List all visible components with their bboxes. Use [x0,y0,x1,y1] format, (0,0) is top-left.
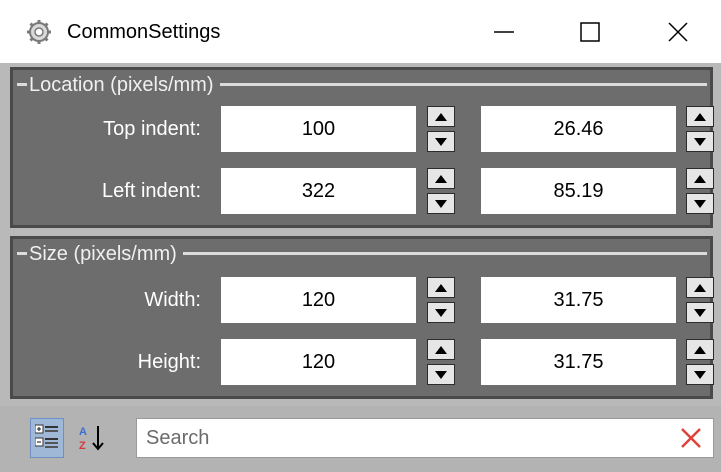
search-input[interactable] [137,419,676,457]
decrement-button[interactable] [427,302,455,323]
increment-button[interactable] [686,106,714,127]
top-indent-pixels-stepper[interactable] [427,106,455,152]
categorized-view-button[interactable] [30,418,64,458]
categorized-view-icon [35,424,58,448]
left-indent-pixels-field[interactable]: 322 [221,168,416,214]
size-group-title: Size (pixels/mm) [27,242,183,266]
title-bar: CommonSettings [0,0,721,63]
clear-search-icon [681,428,701,448]
height-pixels-field[interactable]: 120 [221,339,416,385]
top-indent-label: Top indent: [103,118,201,140]
arrow-up-icon [694,112,706,121]
minimize-button[interactable] [461,0,547,63]
width-mm-field[interactable]: 31.75 [481,277,676,323]
width-pixels-field[interactable]: 120 [221,277,416,323]
arrow-up-icon [694,283,706,292]
arrow-up-icon [694,345,706,354]
arrow-down-icon [435,308,447,317]
close-icon [668,21,688,42]
arrow-down-icon [435,199,447,208]
alphabetical-sort-button[interactable]: A Z [76,418,110,458]
increment-button[interactable] [427,339,455,360]
window-title: CommonSettings [67,21,221,43]
top-indent-mm-stepper[interactable] [686,106,714,152]
height-label: Height: [137,351,201,373]
maximize-icon [580,21,600,42]
decrement-button[interactable] [427,364,455,385]
decrement-button[interactable] [686,131,714,152]
increment-button[interactable] [686,168,714,189]
height-pixels-stepper[interactable] [427,339,455,385]
arrow-up-icon [694,174,706,183]
decrement-button[interactable] [686,364,714,385]
arrow-down-icon [435,370,447,379]
sort-az-icon: A Z [79,426,104,452]
location-group-title: Location (pixels/mm) [27,73,220,97]
width-label: Width: [144,289,201,311]
location-group: Location (pixels/mm) Top indent: 100 26.… [10,67,714,228]
width-mm-stepper[interactable] [686,277,714,323]
arrow-up-icon [435,112,447,121]
arrow-down-icon [694,137,706,146]
width-pixels-stepper[interactable] [427,277,455,323]
left-indent-mm-stepper[interactable] [686,168,714,214]
height-mm-field[interactable]: 31.75 [481,339,676,385]
left-indent-mm-field[interactable]: 85.19 [481,168,676,214]
arrow-down-icon [694,308,706,317]
close-button[interactable] [635,0,721,63]
top-indent-mm-field[interactable]: 26.46 [481,106,676,152]
arrow-up-icon [435,283,447,292]
arrow-up-icon [435,174,447,183]
increment-button[interactable] [427,168,455,189]
svg-text:A: A [79,426,87,438]
increment-button[interactable] [686,277,714,298]
height-mm-stepper[interactable] [686,339,714,385]
decrement-button[interactable] [427,193,455,214]
maximize-button[interactable] [547,0,633,63]
arrow-down-icon [694,199,706,208]
arrow-down-icon [435,137,447,146]
gear-icon [26,19,52,45]
left-indent-pixels-stepper[interactable] [427,168,455,214]
size-group: Size (pixels/mm) Width: 120 31.75 Height… [10,236,714,399]
increment-button[interactable] [427,277,455,298]
decrement-button[interactable] [686,302,714,323]
increment-button[interactable] [427,106,455,127]
clear-search-button[interactable] [677,424,705,452]
arrow-up-icon [435,345,447,354]
decrement-button[interactable] [686,193,714,214]
svg-text:Z: Z [79,440,86,452]
arrow-down-icon [694,370,706,379]
top-indent-pixels-field[interactable]: 100 [221,106,416,152]
minimize-icon [494,30,514,33]
increment-button[interactable] [686,339,714,360]
search-box [136,418,714,458]
decrement-button[interactable] [427,131,455,152]
bottom-toolbar: A Z [0,406,721,472]
left-indent-label: Left indent: [102,180,201,202]
